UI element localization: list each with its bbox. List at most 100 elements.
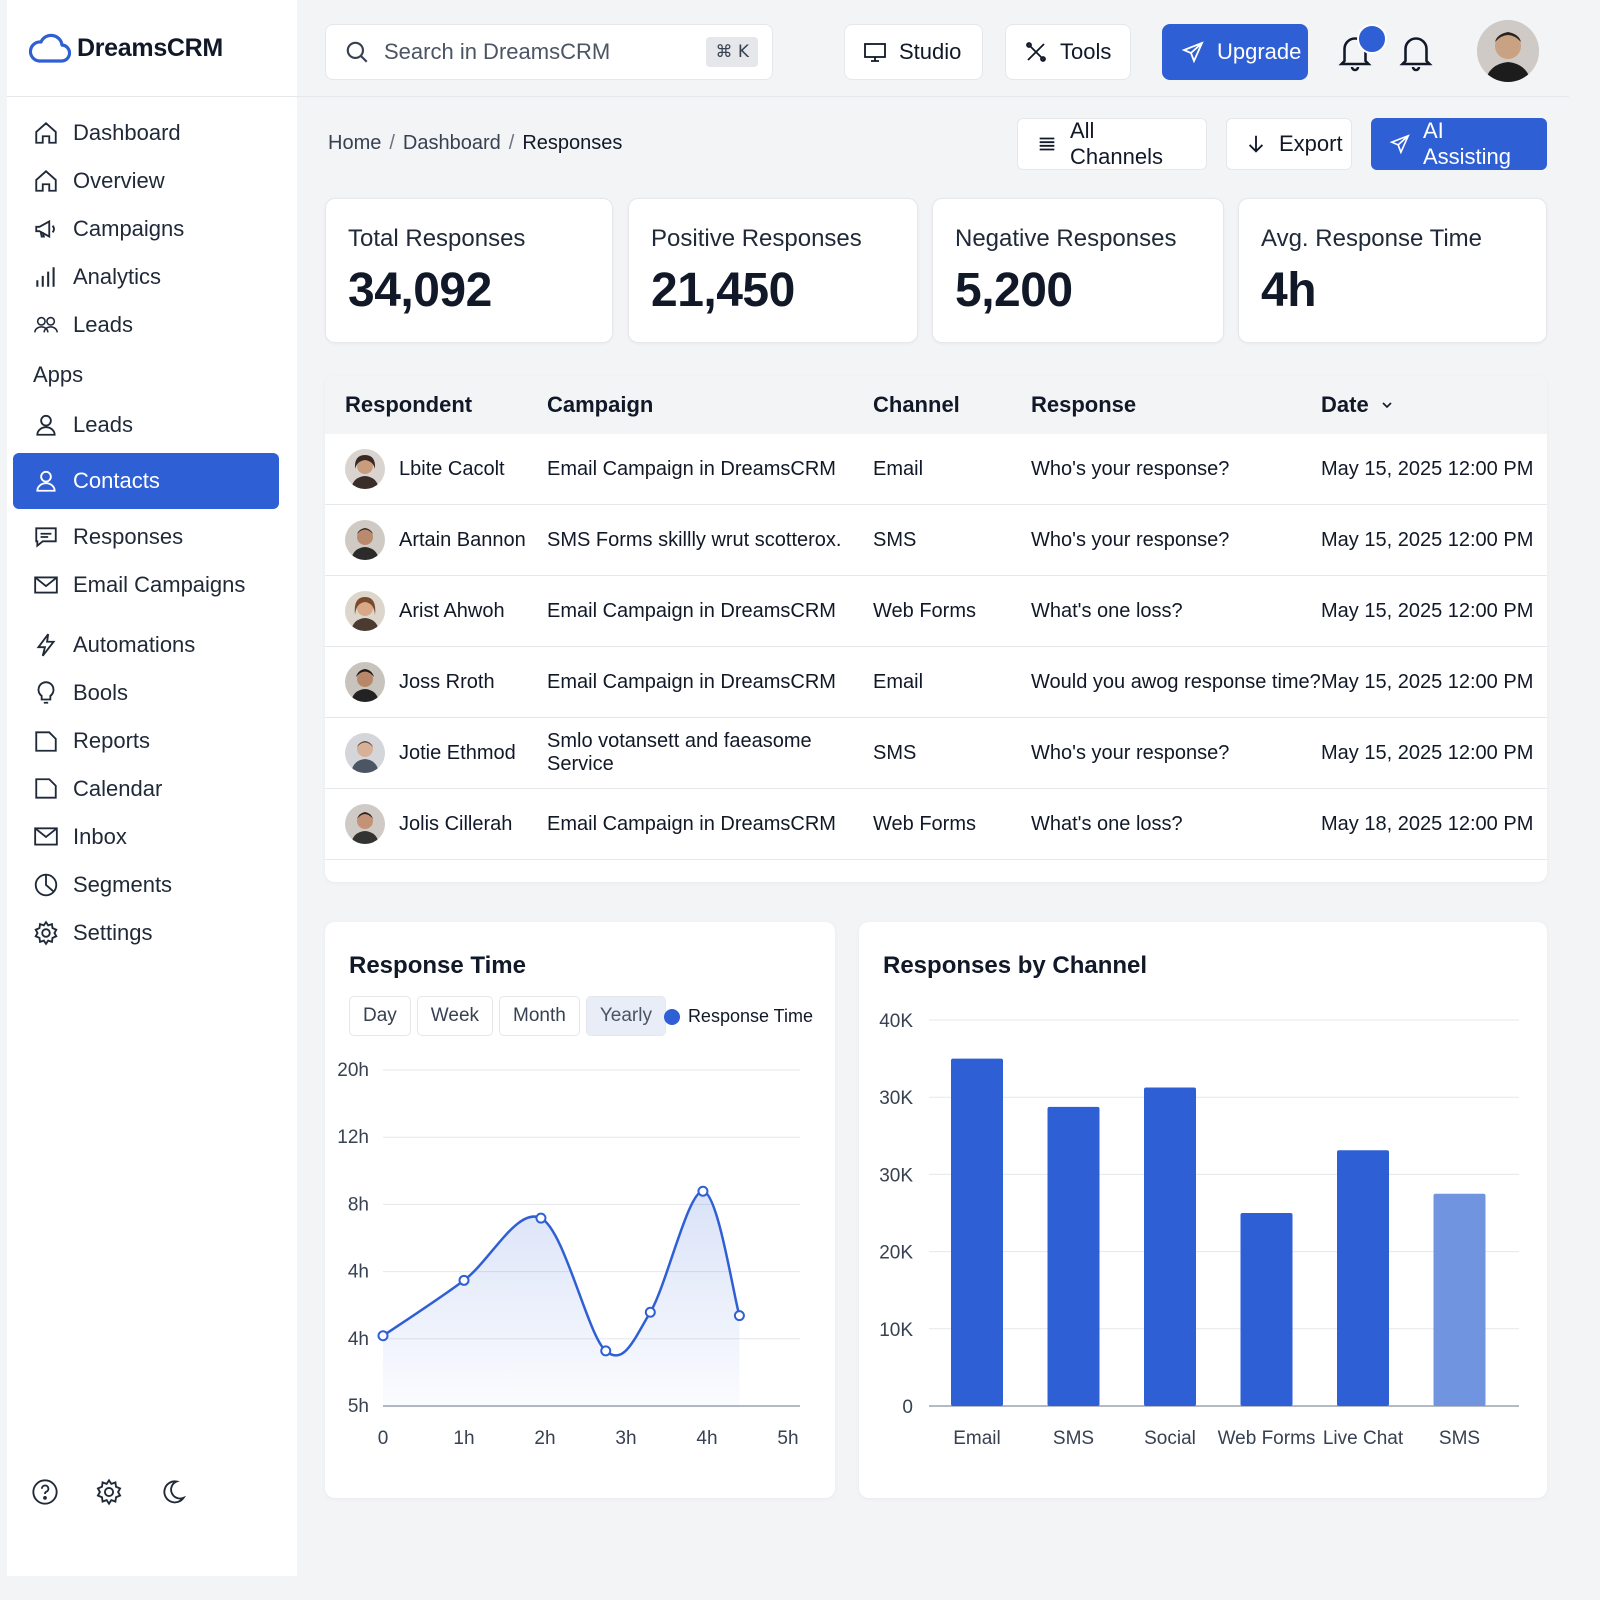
respondent-name: Jotie Ethmod bbox=[399, 741, 516, 764]
sidebar-item-inbox[interactable]: Inbox bbox=[7, 813, 297, 861]
sidebar-item-label: Overview bbox=[73, 168, 165, 193]
download-icon bbox=[1245, 133, 1267, 155]
studio-button[interactable]: Studio bbox=[844, 24, 983, 80]
sidebar-item-campaigns[interactable]: Campaigns bbox=[7, 205, 297, 253]
stat-card-negative: Negative Responses 5,200 bbox=[932, 198, 1224, 343]
bell-icon[interactable] bbox=[1398, 32, 1438, 72]
sidebar-item-settings[interactable]: Settings bbox=[7, 909, 297, 957]
table-row[interactable]: Jolis Cillerah Email Campaign in DreamsC… bbox=[325, 789, 1547, 860]
channel-cell: SMS bbox=[873, 741, 917, 764]
avatar bbox=[345, 662, 385, 702]
col-response[interactable]: Response bbox=[1031, 392, 1321, 418]
search-input[interactable] bbox=[384, 39, 693, 65]
ai-assisting-label: AI Assisting bbox=[1423, 118, 1512, 169]
bar bbox=[1337, 1150, 1389, 1406]
response-cell: What's one loss? bbox=[1031, 812, 1183, 835]
table-row[interactable]: Joss Rroth Email Campaign in DreamsCRM E… bbox=[325, 647, 1547, 718]
pie-icon bbox=[33, 872, 59, 898]
col-date[interactable]: Date bbox=[1321, 392, 1547, 418]
tools-icon bbox=[1024, 40, 1048, 64]
x-tick-label: 3h bbox=[615, 1428, 636, 1449]
users-icon bbox=[33, 312, 59, 338]
response-cell: Who's your response? bbox=[1031, 457, 1230, 480]
table-row[interactable]: Artain Bannon SMS Forms skillly wrut sco… bbox=[325, 505, 1547, 576]
sidebar-nav: Dashboard Overview Campaigns Analytics L… bbox=[7, 97, 297, 957]
tools-button[interactable]: Tools bbox=[1005, 24, 1131, 80]
sidebar-item-label: Inbox bbox=[73, 824, 127, 849]
avatar bbox=[345, 449, 385, 489]
sidebar-item-analytics[interactable]: Analytics bbox=[7, 253, 297, 301]
sidebar-item-label: Settings bbox=[73, 920, 153, 945]
table-row[interactable]: Jotie Ethmod Smlo votansett and faeasome… bbox=[325, 718, 1547, 789]
user-avatar[interactable] bbox=[1477, 20, 1539, 82]
x-tick-label: SMS bbox=[1053, 1428, 1094, 1449]
breadcrumb-home[interactable]: Home bbox=[328, 132, 381, 155]
col-date-label: Date bbox=[1321, 392, 1369, 417]
col-channel[interactable]: Channel bbox=[873, 392, 1031, 418]
bar bbox=[1433, 1193, 1486, 1406]
all-channels-button[interactable]: All Channels bbox=[1017, 118, 1207, 170]
campaign-cell: SMS Forms skillly wrut scotterox. bbox=[547, 528, 842, 551]
sidebar-item-overview[interactable]: Overview bbox=[7, 157, 297, 205]
bolt-icon bbox=[33, 632, 59, 658]
avatar bbox=[345, 520, 385, 560]
y-tick-label: 8h bbox=[348, 1194, 369, 1215]
sidebar-item-bools[interactable]: Bools bbox=[7, 669, 297, 717]
sidebar-item-calendar[interactable]: Calendar bbox=[7, 765, 297, 813]
data-point bbox=[644, 1306, 656, 1318]
menu-icon bbox=[1036, 133, 1058, 155]
period-week-button[interactable]: Week bbox=[416, 996, 494, 1036]
table-row[interactable]: Arist Ahwoh Email Campaign in DreamsCRM … bbox=[325, 576, 1547, 647]
sidebar-item-label: Email Campaigns bbox=[73, 572, 246, 597]
help-icon[interactable] bbox=[31, 1478, 59, 1506]
y-tick-label: 12h bbox=[337, 1127, 369, 1148]
ai-assisting-button[interactable]: AI Assisting bbox=[1371, 118, 1547, 170]
x-tick-label: Email bbox=[953, 1428, 1001, 1449]
y-tick-label: 0 bbox=[902, 1397, 913, 1418]
sidebar-item-responses[interactable]: Responses bbox=[7, 513, 297, 561]
gear-icon[interactable] bbox=[95, 1478, 123, 1506]
file-icon bbox=[33, 728, 59, 754]
respondent-name: Artain Bannon bbox=[399, 528, 526, 551]
period-selector: Day Week Month Yearly bbox=[349, 996, 666, 1036]
search-shortcut: ⌘ K bbox=[706, 37, 758, 67]
bar-chart-icon bbox=[33, 264, 59, 290]
date-cell: May 15, 2025 12:00 PM bbox=[1321, 457, 1534, 480]
table-header: Respondent Campaign Channel Response Dat… bbox=[325, 376, 1547, 434]
respondent-name: Lbite Cacolt bbox=[399, 457, 505, 480]
sidebar-item-reports[interactable]: Reports bbox=[7, 717, 297, 765]
sidebar-item-label: Analytics bbox=[73, 264, 162, 289]
breadcrumb: Home / Dashboard / Responses bbox=[328, 132, 623, 155]
sidebar-item-leads[interactable]: Leads bbox=[7, 301, 297, 349]
notification-badge bbox=[1357, 24, 1387, 54]
col-campaign[interactable]: Campaign bbox=[547, 392, 873, 418]
chat-icon bbox=[33, 524, 59, 550]
breadcrumb-dashboard[interactable]: Dashboard bbox=[403, 132, 501, 155]
period-day-button[interactable]: Day bbox=[349, 996, 411, 1036]
brand[interactable]: DreamsCRM bbox=[7, 0, 297, 97]
col-respondent[interactable]: Respondent bbox=[325, 392, 547, 418]
export-button[interactable]: Export bbox=[1226, 118, 1352, 170]
table-row[interactable]: Lbite Cacolt Email Campaign in DreamsCRM… bbox=[325, 434, 1547, 505]
sidebar-item-automations[interactable]: Automations bbox=[7, 621, 297, 669]
sidebar-item-email-campaigns[interactable]: Email Campaigns bbox=[7, 561, 297, 609]
moon-icon[interactable] bbox=[159, 1478, 187, 1506]
bar bbox=[1047, 1106, 1100, 1406]
response-cell: Who's your response? bbox=[1031, 741, 1230, 764]
home-icon bbox=[33, 168, 59, 194]
mail-icon bbox=[33, 572, 59, 598]
date-cell: May 15, 2025 12:00 PM bbox=[1321, 528, 1534, 551]
period-month-button[interactable]: Month bbox=[499, 996, 580, 1036]
response-time-card: 20h 12h 8h 4h 4h 5h 0 1h 2h 3h 4h 5h Response Time … bbox=[325, 922, 835, 1498]
sidebar-item-segments[interactable]: Segments bbox=[7, 861, 297, 909]
data-point bbox=[377, 1330, 389, 1342]
date-cell: May 15, 2025 12:00 PM bbox=[1321, 741, 1534, 764]
sidebar-item-contacts[interactable]: Contacts bbox=[13, 453, 279, 509]
upgrade-button[interactable]: Upgrade bbox=[1162, 24, 1308, 80]
chart-title: Response Time bbox=[349, 952, 526, 979]
send-icon bbox=[1181, 40, 1205, 64]
sidebar-item-dashboard[interactable]: Dashboard bbox=[7, 109, 297, 157]
period-yearly-button[interactable]: Yearly bbox=[585, 996, 666, 1036]
search-box[interactable]: ⌘ K bbox=[325, 24, 773, 80]
sidebar-item-leads-app[interactable]: Leads bbox=[7, 401, 297, 449]
